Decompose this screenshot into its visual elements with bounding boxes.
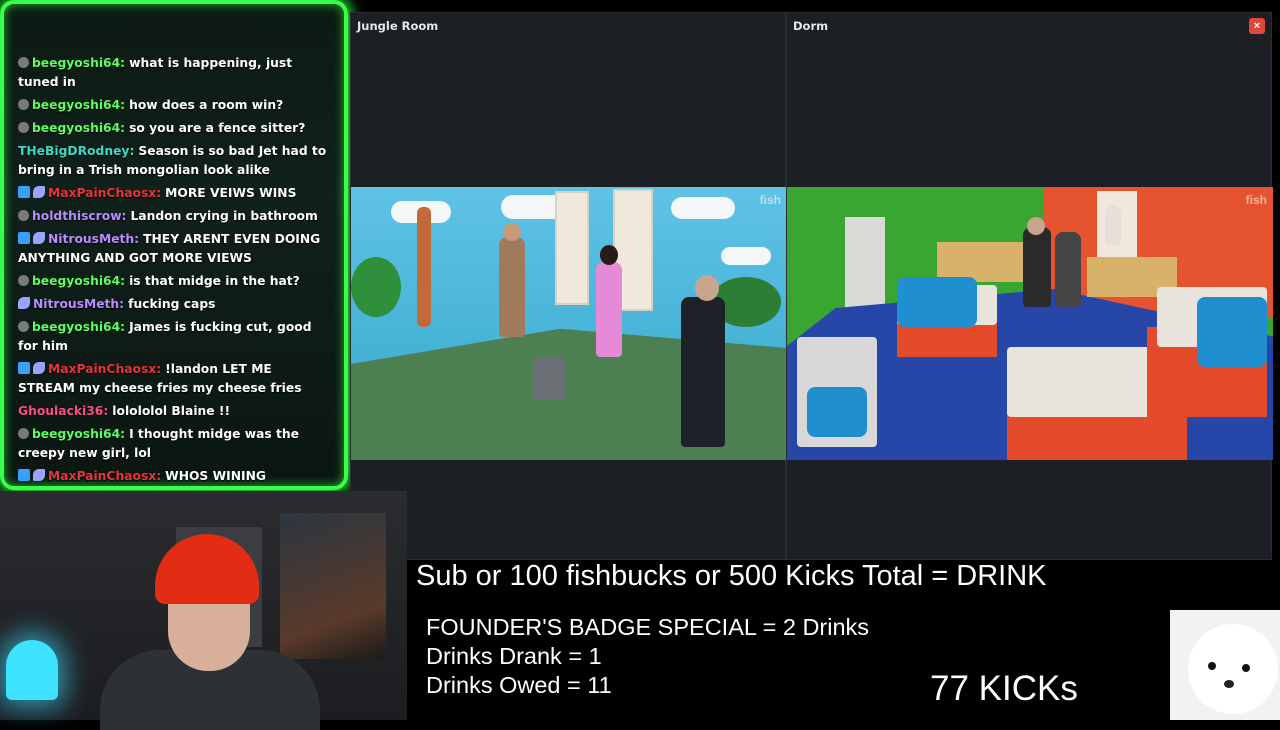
koala-badge-icon xyxy=(18,428,29,439)
dog-image xyxy=(1170,610,1280,720)
sub-badge-icon xyxy=(18,362,30,374)
camera-panel-jungle-room[interactable]: Jungle Room fish xyxy=(350,12,787,560)
lamp-glow xyxy=(6,640,58,700)
drinks-drank: Drinks Drank = 1 xyxy=(426,643,602,669)
chat-message: THeBigDRodney: Season is so bad Jet had t… xyxy=(18,142,330,180)
jungle-room-video-feed[interactable]: fish xyxy=(351,187,787,460)
chat-username[interactable]: NitrousMeth: xyxy=(48,232,139,246)
chat-username[interactable]: NitrousMeth: xyxy=(33,297,124,311)
chat-username[interactable]: beegyoshi64: xyxy=(32,427,125,441)
chat-message: beegyoshi64: is that midge in the hat? xyxy=(18,272,330,291)
chat-username[interactable]: beegyoshi64: xyxy=(32,98,125,112)
camera-panel-dorm[interactable]: Dorm × fish xyxy=(786,12,1273,560)
drink-rule-headline: Sub or 100 fishbucks or 500 Kicks Total … xyxy=(416,560,1047,592)
camera-title-jungle-room: Jungle Room xyxy=(357,19,439,33)
fish-badge-icon xyxy=(33,362,45,374)
chat-message-text: fucking caps xyxy=(128,297,216,311)
chat-message-text: WHOS WINING xyxy=(165,469,266,483)
founder-badge-special: FOUNDER'S BADGE SPECIAL = 2 Drinks xyxy=(426,614,870,640)
chat-panel: beegyoshi64: what is happening, just tune… xyxy=(0,0,348,490)
kicks-counter: 77 KICKs xyxy=(930,669,1078,708)
koala-badge-icon xyxy=(18,321,29,332)
close-button[interactable]: × xyxy=(1249,18,1265,34)
sub-badge-icon xyxy=(18,232,30,244)
chat-username[interactable]: beegyoshi64: xyxy=(32,274,125,288)
chat-message: beegyoshi64: so you are a fence sitter? xyxy=(18,119,330,138)
chat-message: NitrousMeth: THEY ARENT EVEN DOING ANYTHI… xyxy=(18,230,330,268)
dorm-video-feed[interactable]: fish xyxy=(787,187,1273,460)
chat-username[interactable]: MaxPainChaosx: xyxy=(48,469,161,483)
chat-message-text: so you are a fence sitter? xyxy=(129,121,306,135)
fish-badge-icon xyxy=(33,186,45,198)
chat-message: MaxPainChaosx: MORE VEIWS WINS xyxy=(18,184,330,203)
fish-badge-icon xyxy=(33,469,45,481)
chat-message: beegyoshi64: what is happening, just tune… xyxy=(18,54,330,92)
koala-badge-icon xyxy=(18,99,29,110)
chat-message: holdthiscrow: Landon crying in bathroom xyxy=(18,207,330,226)
chat-username[interactable]: THeBigDRodney: xyxy=(18,144,134,158)
chat-username[interactable]: beegyoshi64: xyxy=(32,121,125,135)
chat-message-text: how does a room win? xyxy=(129,98,284,112)
chat-message: NitrousMeth: fucking caps xyxy=(18,295,330,314)
drinks-owed: Drinks Owed = 11 xyxy=(426,672,612,698)
chat-message: MaxPainChaosx: !landon LET ME STREAM my c… xyxy=(18,360,330,398)
chat-username[interactable]: MaxPainChaosx: xyxy=(48,362,161,376)
chat-username[interactable]: beegyoshi64: xyxy=(32,56,125,70)
chat-message: MaxPainChaosx: WHOS WINING xyxy=(18,467,330,486)
chat-message-text: MORE VEIWS WINS xyxy=(165,186,297,200)
camera-title-dorm: Dorm xyxy=(793,19,829,33)
feed-watermark-dorm: fish xyxy=(1245,193,1267,207)
chat-username[interactable]: beegyoshi64: xyxy=(32,320,125,334)
chat-message: beegyoshi64: how does a room win? xyxy=(18,96,330,115)
chat-message: Ghoulacki36: lolololol Blaine !! xyxy=(18,402,330,421)
feed-watermark: fish xyxy=(759,193,781,207)
chat-message: beegyoshi64: James is fucking cut, good f… xyxy=(18,318,330,356)
koala-badge-icon xyxy=(18,210,29,221)
koala-badge-icon xyxy=(18,57,29,68)
chat-message: beegyoshi64: I thought midge was the cree… xyxy=(18,425,330,463)
chat-username[interactable]: Ghoulacki36: xyxy=(18,404,108,418)
koala-badge-icon xyxy=(18,122,29,133)
fish-badge-icon xyxy=(18,297,30,309)
chat-message-text: lolololol Blaine !! xyxy=(112,404,231,418)
sub-badge-icon xyxy=(18,186,30,198)
chat-username[interactable]: holdthiscrow: xyxy=(32,209,126,223)
chat-message-text: is that midge in the hat? xyxy=(129,274,300,288)
chat-username[interactable]: MaxPainChaosx: xyxy=(48,186,161,200)
chat-message-text: Landon crying in bathroom xyxy=(130,209,318,223)
sub-badge-icon xyxy=(18,469,30,481)
fish-badge-icon xyxy=(33,232,45,244)
koala-badge-icon xyxy=(18,275,29,286)
chat-message-list: beegyoshi64: what is happening, just tune… xyxy=(18,54,330,486)
